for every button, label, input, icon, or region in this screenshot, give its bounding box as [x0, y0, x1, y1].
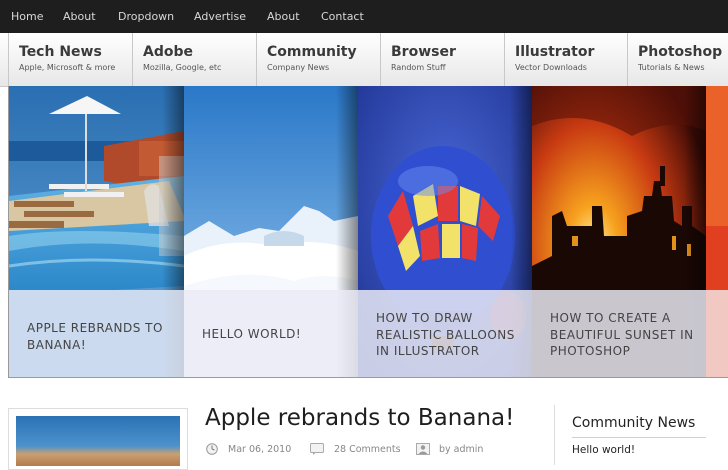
- category-browser[interactable]: Browser Random Stuff: [381, 33, 505, 86]
- post-thumbnail-image: [16, 416, 180, 466]
- slide-caption-text: How to draw realistic balloons in Illust…: [376, 311, 515, 358]
- slide-caption-text: Hello world!: [202, 327, 302, 341]
- topnav-home-link[interactable]: Home: [11, 0, 43, 33]
- category-subtitle: Apple, Microsoft & more: [19, 63, 116, 72]
- topnav-about-2-link[interactable]: About: [267, 0, 300, 33]
- topnav-contact-link[interactable]: Contact: [321, 0, 364, 33]
- slide-mountain[interactable]: Hello world!: [184, 86, 358, 377]
- category-subtitle: Tutorials & News: [638, 63, 705, 72]
- slide-caption: How to create a beautiful sunset in Phot…: [532, 290, 706, 377]
- top-navigation: Home About Dropdown Advertise About Cont…: [0, 0, 728, 33]
- slide-caption: Apple rebrands to Banana!: [9, 290, 184, 377]
- slide-caption: Hello world!: [184, 290, 358, 377]
- slide-caption-text: Apple rebrands to Banana!: [27, 321, 163, 352]
- category-subtitle: Random Stuff: [391, 63, 446, 72]
- topnav-advertise-link[interactable]: Advertise: [194, 0, 246, 33]
- post-date: Mar 06, 2010: [228, 444, 292, 455]
- category-subtitle: Mozilla, Google, etc: [143, 63, 222, 72]
- post-thumbnail[interactable]: [8, 408, 188, 470]
- comment-icon: [310, 443, 324, 455]
- category-subtitle: Company News: [267, 63, 330, 72]
- category-title: Community: [267, 44, 357, 60]
- slide-balloon[interactable]: How to draw realistic balloons in Illust…: [358, 86, 532, 377]
- slide-sunset[interactable]: How to create a beautiful sunset in Phot…: [532, 86, 706, 377]
- category-title: Illustrator: [515, 44, 595, 60]
- sidebar-link[interactable]: Hello world!: [572, 444, 635, 456]
- category-title: Tech News: [19, 44, 102, 60]
- post-comments-link[interactable]: 28 Comments: [334, 444, 401, 455]
- topnav-dropdown-link[interactable]: Dropdown: [118, 0, 174, 33]
- slide-caption: T: [706, 290, 728, 377]
- category-subtitle: Vector Downloads: [515, 63, 587, 72]
- category-photoshop[interactable]: Photoshop Tutorials & News: [628, 33, 728, 86]
- category-bar: Tech News Apple, Microsoft & more Adobe …: [0, 33, 728, 87]
- post-author: by admin: [439, 444, 484, 455]
- category-community[interactable]: Community Company News: [257, 33, 381, 86]
- category-tech-news[interactable]: Tech News Apple, Microsoft & more: [9, 33, 133, 86]
- clock-icon: [206, 443, 218, 455]
- post-title[interactable]: Apple rebrands to Banana!: [205, 405, 514, 431]
- category-title: Adobe: [143, 44, 193, 60]
- category-title: Photoshop: [638, 44, 723, 60]
- slide-caption: How to draw realistic balloons in Illust…: [358, 290, 532, 377]
- category-illustrator[interactable]: Illustrator Vector Downloads: [505, 33, 628, 86]
- slide-caption-text: How to create a beautiful sunset in Phot…: [550, 311, 694, 358]
- category-title: Browser: [391, 44, 456, 60]
- slide-partial[interactable]: T: [706, 86, 728, 377]
- user-icon: [416, 443, 430, 455]
- category-adobe[interactable]: Adobe Mozilla, Google, etc: [133, 33, 257, 86]
- slide-pool[interactable]: Apple rebrands to Banana!: [9, 86, 184, 377]
- featured-slider: Apple rebrands to Banana! Hello world!: [8, 86, 728, 378]
- topnav-about-link[interactable]: About: [63, 0, 96, 33]
- sidebar-title: Community News: [572, 415, 696, 431]
- sidebar-title-underline: [572, 437, 706, 438]
- sidebar-divider: [554, 405, 555, 465]
